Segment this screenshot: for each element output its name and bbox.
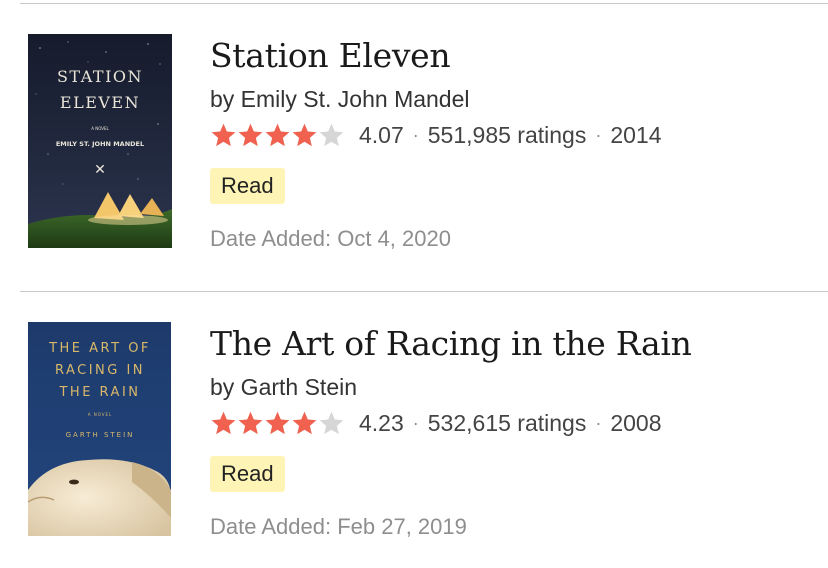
book-author[interactable]: by Garth Stein [210,374,357,401]
cover-art-station-eleven: STATION ELEVEN A NOVEL EMILY ST. JOHN MA… [28,34,172,248]
star-icon [319,411,344,434]
cover-author: GARTH STEIN [66,431,135,439]
cover-title-line2: RACING IN [55,363,145,378]
cover-x-mark: ✕ [94,162,106,178]
rating-value: 4.23 [359,409,404,436]
book-item-station-eleven[interactable]: STATION ELEVEN A NOVEL EMILY ST. JOHN MA… [0,0,828,260]
cover-title-line1: THE ART OF [48,341,151,356]
star-icon [292,123,317,146]
cover-title-line1: STATION [57,67,143,86]
book-item-art-of-racing[interactable]: THE ART OF RACING IN THE RAIN A NOVEL GA… [0,288,828,548]
cover-subtitle: A NOVEL [88,412,113,417]
date-added: Date Added: Oct 4, 2020 [210,226,451,251]
ratings-count: 551,985 ratings [427,121,587,148]
star-icon [211,123,236,146]
star-icon [238,411,263,434]
read-status-badge[interactable]: Read [210,456,285,492]
star-icon [265,411,290,434]
star-rating [210,122,345,149]
rating-value: 4.07 [359,121,404,148]
book-meta: 4.07 · 551,985 ratings · 2014 [210,120,662,150]
star-icon [319,123,344,146]
meta-separator: · [595,412,602,433]
book-cover[interactable]: THE ART OF RACING IN THE RAIN A NOVEL GA… [28,322,171,536]
star-icon [211,411,236,434]
cover-title-line3: THE RAIN [58,385,140,400]
star-icon [238,123,263,146]
book-cover[interactable]: STATION ELEVEN A NOVEL EMILY ST. JOHN MA… [28,34,172,248]
cover-author: EMILY ST. JOHN MANDEL [56,140,144,148]
cover-dog [28,459,171,536]
book-author[interactable]: by Emily St. John Mandel [210,86,470,113]
publication-year: 2014 [610,121,662,148]
meta-separator: · [412,412,419,433]
star-rating [210,410,345,437]
star-icon [265,123,290,146]
meta-separator: · [412,124,419,145]
cover-art-art-of-racing: THE ART OF RACING IN THE RAIN A NOVEL GA… [28,322,171,536]
meta-separator: · [595,124,602,145]
cover-title-line2: ELEVEN [60,93,140,112]
publication-year: 2008 [610,409,662,436]
star-icon [292,411,317,434]
cover-subtitle: A NOVEL [91,126,109,131]
ratings-count: 532,615 ratings [427,409,587,436]
book-title[interactable]: The Art of Racing in the Rain [210,324,692,363]
book-title[interactable]: Station Eleven [210,36,451,75]
read-status-badge[interactable]: Read [210,168,285,204]
book-meta: 4.23 · 532,615 ratings · 2008 [210,408,662,438]
date-added: Date Added: Feb 27, 2019 [210,514,467,539]
